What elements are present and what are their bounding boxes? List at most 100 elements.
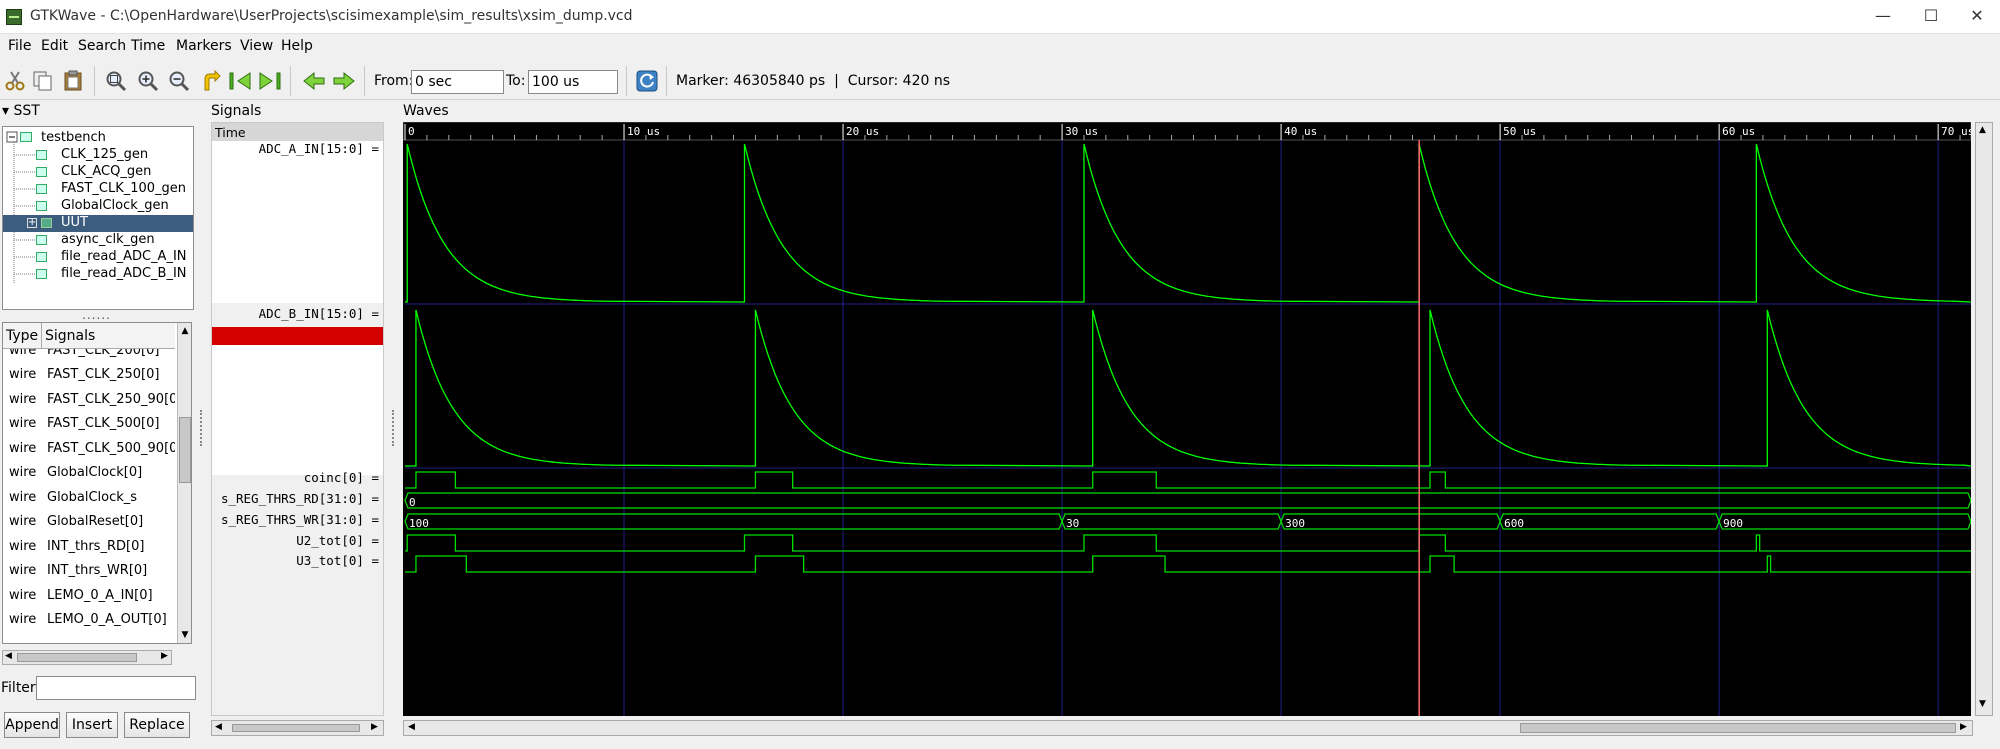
signal-row-bg (212, 345, 383, 475)
tree-item-file-read-adc-b-in[interactable]: file_read_ADC_B_IN (3, 266, 193, 283)
scroll-down-icon[interactable]: ▼ (1979, 699, 1986, 709)
goto-start-icon[interactable] (229, 70, 251, 92)
signals-hscrollbar[interactable]: ◀ ▶ (211, 720, 384, 736)
goto-end-icon[interactable] (259, 70, 281, 92)
signal-name-s-reg-thrs-rd[interactable]: s_REG_THRS_RD[31:0] = (212, 491, 383, 511)
list-item[interactable]: wire FAST_CLK_250_90[0] (3, 388, 175, 412)
minimize-button[interactable]: — (1860, 0, 1906, 34)
scroll-down-icon[interactable]: ▼ (179, 629, 191, 641)
zoom-out-icon[interactable] (168, 70, 190, 92)
list-item[interactable]: wire INT_thrs_RD[0] (3, 535, 175, 559)
scroll-left-icon[interactable]: ◀ (5, 651, 12, 661)
wave-background (403, 122, 1971, 716)
sst-signal-list[interactable]: Type Signals wire FAST_CLK_200[0] wire FAS… (2, 322, 192, 644)
to-time-input[interactable] (528, 70, 618, 94)
insert-button[interactable]: Insert (66, 712, 118, 738)
scroll-left-icon[interactable]: ◀ (215, 722, 222, 732)
copy-icon[interactable] (32, 70, 54, 92)
maximize-button[interactable]: ☐ (1908, 0, 1954, 34)
scroll-up-icon[interactable]: ▲ (1979, 125, 1986, 135)
selected-signal-highlight[interactable] (212, 327, 383, 345)
signal-list-vscrollbar[interactable]: ▲ ▼ (177, 323, 191, 643)
scroll-thumb[interactable] (1520, 723, 1956, 733)
menu-search[interactable]: Search (78, 38, 126, 54)
pane-resize-grip[interactable]: ...... (82, 308, 111, 322)
scroll-right-icon[interactable]: ▶ (1960, 722, 1967, 732)
bus-value-label: 600 (1504, 517, 1524, 530)
tree-item-globalclock-gen[interactable]: GlobalClock_gen (3, 198, 193, 215)
module-icon (36, 201, 47, 211)
column-header-type[interactable]: Type (6, 328, 38, 344)
list-item[interactable]: wire FAST_CLK_200[0] (3, 349, 175, 363)
time-tick-label: 60 us (1722, 125, 1755, 138)
signal-name-u3-tot[interactable]: U3_tot[0] = (212, 553, 383, 573)
list-item[interactable]: wire FAST_CLK_500[0] (3, 412, 175, 436)
list-item[interactable]: wire LEMO_0_A_IN[0] (3, 584, 175, 608)
menu-view[interactable]: View (240, 38, 273, 54)
list-item[interactable]: wire FAST_CLK_250[0] (3, 363, 175, 387)
menu-help[interactable]: Help (281, 38, 313, 54)
list-item[interactable]: wire FAST_CLK_500_90[0] (3, 437, 175, 461)
zoom-in-icon[interactable] (137, 70, 159, 92)
tree-item-uut[interactable]: + UUT (3, 215, 193, 232)
append-button[interactable]: Append (4, 712, 60, 738)
tree-item-async-clk-gen[interactable]: async_clk_gen (3, 232, 193, 249)
waves-vscrollbar[interactable]: ▲ ▼ (1975, 122, 1993, 716)
toolbar-separator (666, 66, 667, 96)
expand-icon[interactable]: + (27, 218, 37, 228)
paste-icon[interactable] (62, 70, 84, 92)
reload-icon[interactable] (636, 70, 658, 92)
pane-splitter-grip[interactable] (200, 410, 203, 446)
tree-item-fast-clk-100-gen[interactable]: FAST_CLK_100_gen (3, 181, 193, 198)
sst-hierarchy-tree[interactable]: testbench CLK_125_gen CLK_ACQ_gen FAST_C… (2, 126, 194, 310)
scroll-left-icon[interactable]: ◀ (408, 722, 415, 732)
menu-file[interactable]: File (8, 38, 31, 54)
scroll-up-icon[interactable]: ▲ (179, 325, 191, 337)
list-item[interactable]: wire GlobalReset[0] (3, 510, 175, 534)
list-item[interactable]: wire GlobalClock_s (3, 486, 175, 510)
next-edge-icon[interactable] (333, 70, 355, 92)
pane-splitter-grip[interactable] (392, 410, 395, 446)
scroll-thumb[interactable] (232, 724, 360, 732)
signal-list-hscrollbar[interactable]: ◀ ▶ (2, 650, 172, 665)
replace-button[interactable]: Replace (124, 712, 190, 738)
signal-name-s-reg-thrs-wr[interactable]: s_REG_THRS_WR[31:0] = (212, 512, 383, 532)
waves-hscrollbar[interactable]: ◀ ▶ (403, 720, 1973, 736)
cut-icon[interactable] (4, 70, 26, 92)
tree-item-file-read-adc-a-in[interactable]: file_read_ADC_A_IN (3, 249, 193, 266)
signal-name-u2-tot[interactable]: U2_tot[0] = (212, 533, 383, 553)
list-item[interactable]: wire GlobalClock[0] (3, 461, 175, 485)
signal-name: FAST_CLK_250_90[0] (47, 392, 175, 407)
tree-item-testbench[interactable]: testbench (3, 130, 193, 147)
signal-name: FAST_CLK_250[0] (47, 367, 160, 382)
signal-name-adc-a-in[interactable]: ADC_A_IN[15:0] = (212, 141, 383, 161)
close-button[interactable]: ✕ (1954, 0, 2000, 34)
tree-item-clk-125-gen[interactable]: CLK_125_gen (3, 147, 193, 164)
scroll-right-icon[interactable]: ▶ (161, 651, 168, 661)
from-time-input[interactable] (411, 70, 504, 94)
zoom-fit-icon[interactable] (105, 70, 127, 92)
filter-input[interactable] (36, 676, 196, 700)
scroll-thumb[interactable] (179, 417, 191, 483)
tree-item-label: UUT (61, 215, 88, 230)
list-item[interactable]: wire LEMO_0_A_OUT[0] (3, 608, 175, 632)
menu-time[interactable]: Time (131, 38, 165, 54)
signal-name-adc-b-in[interactable]: ADC_B_IN[15:0] = (212, 306, 383, 326)
scroll-thumb[interactable] (17, 653, 137, 662)
signal-name-coinc[interactable]: coinc[0] = (212, 470, 383, 490)
waveform-view[interactable]: 0 10 us 20 us 30 us 40 us 50 us 60 us 70 us 0 100… (403, 122, 1971, 716)
signals-name-pane[interactable]: Time ADC_A_IN[15:0] = ADC_B_IN[15:0] = c… (211, 122, 384, 716)
title-bar: GTKWave - C:\OpenHardware\UserProjects\s… (0, 0, 2000, 34)
signal-type: wire (9, 612, 37, 627)
signal-name: LEMO_0_A_IN[0] (47, 588, 153, 603)
undo-zoom-icon[interactable] (199, 70, 221, 92)
prev-edge-icon[interactable] (303, 70, 325, 92)
menu-markers[interactable]: Markers (176, 38, 232, 54)
scroll-right-icon[interactable]: ▶ (371, 722, 378, 732)
list-item[interactable]: wire INT_thrs_WR[0] (3, 559, 175, 583)
sst-title[interactable]: ▾ SST (2, 103, 40, 119)
time-header: Time (212, 123, 383, 141)
column-header-signals[interactable]: Signals (45, 328, 95, 344)
tree-item-clk-acq-gen[interactable]: CLK_ACQ_gen (3, 164, 193, 181)
menu-edit[interactable]: Edit (41, 38, 68, 54)
